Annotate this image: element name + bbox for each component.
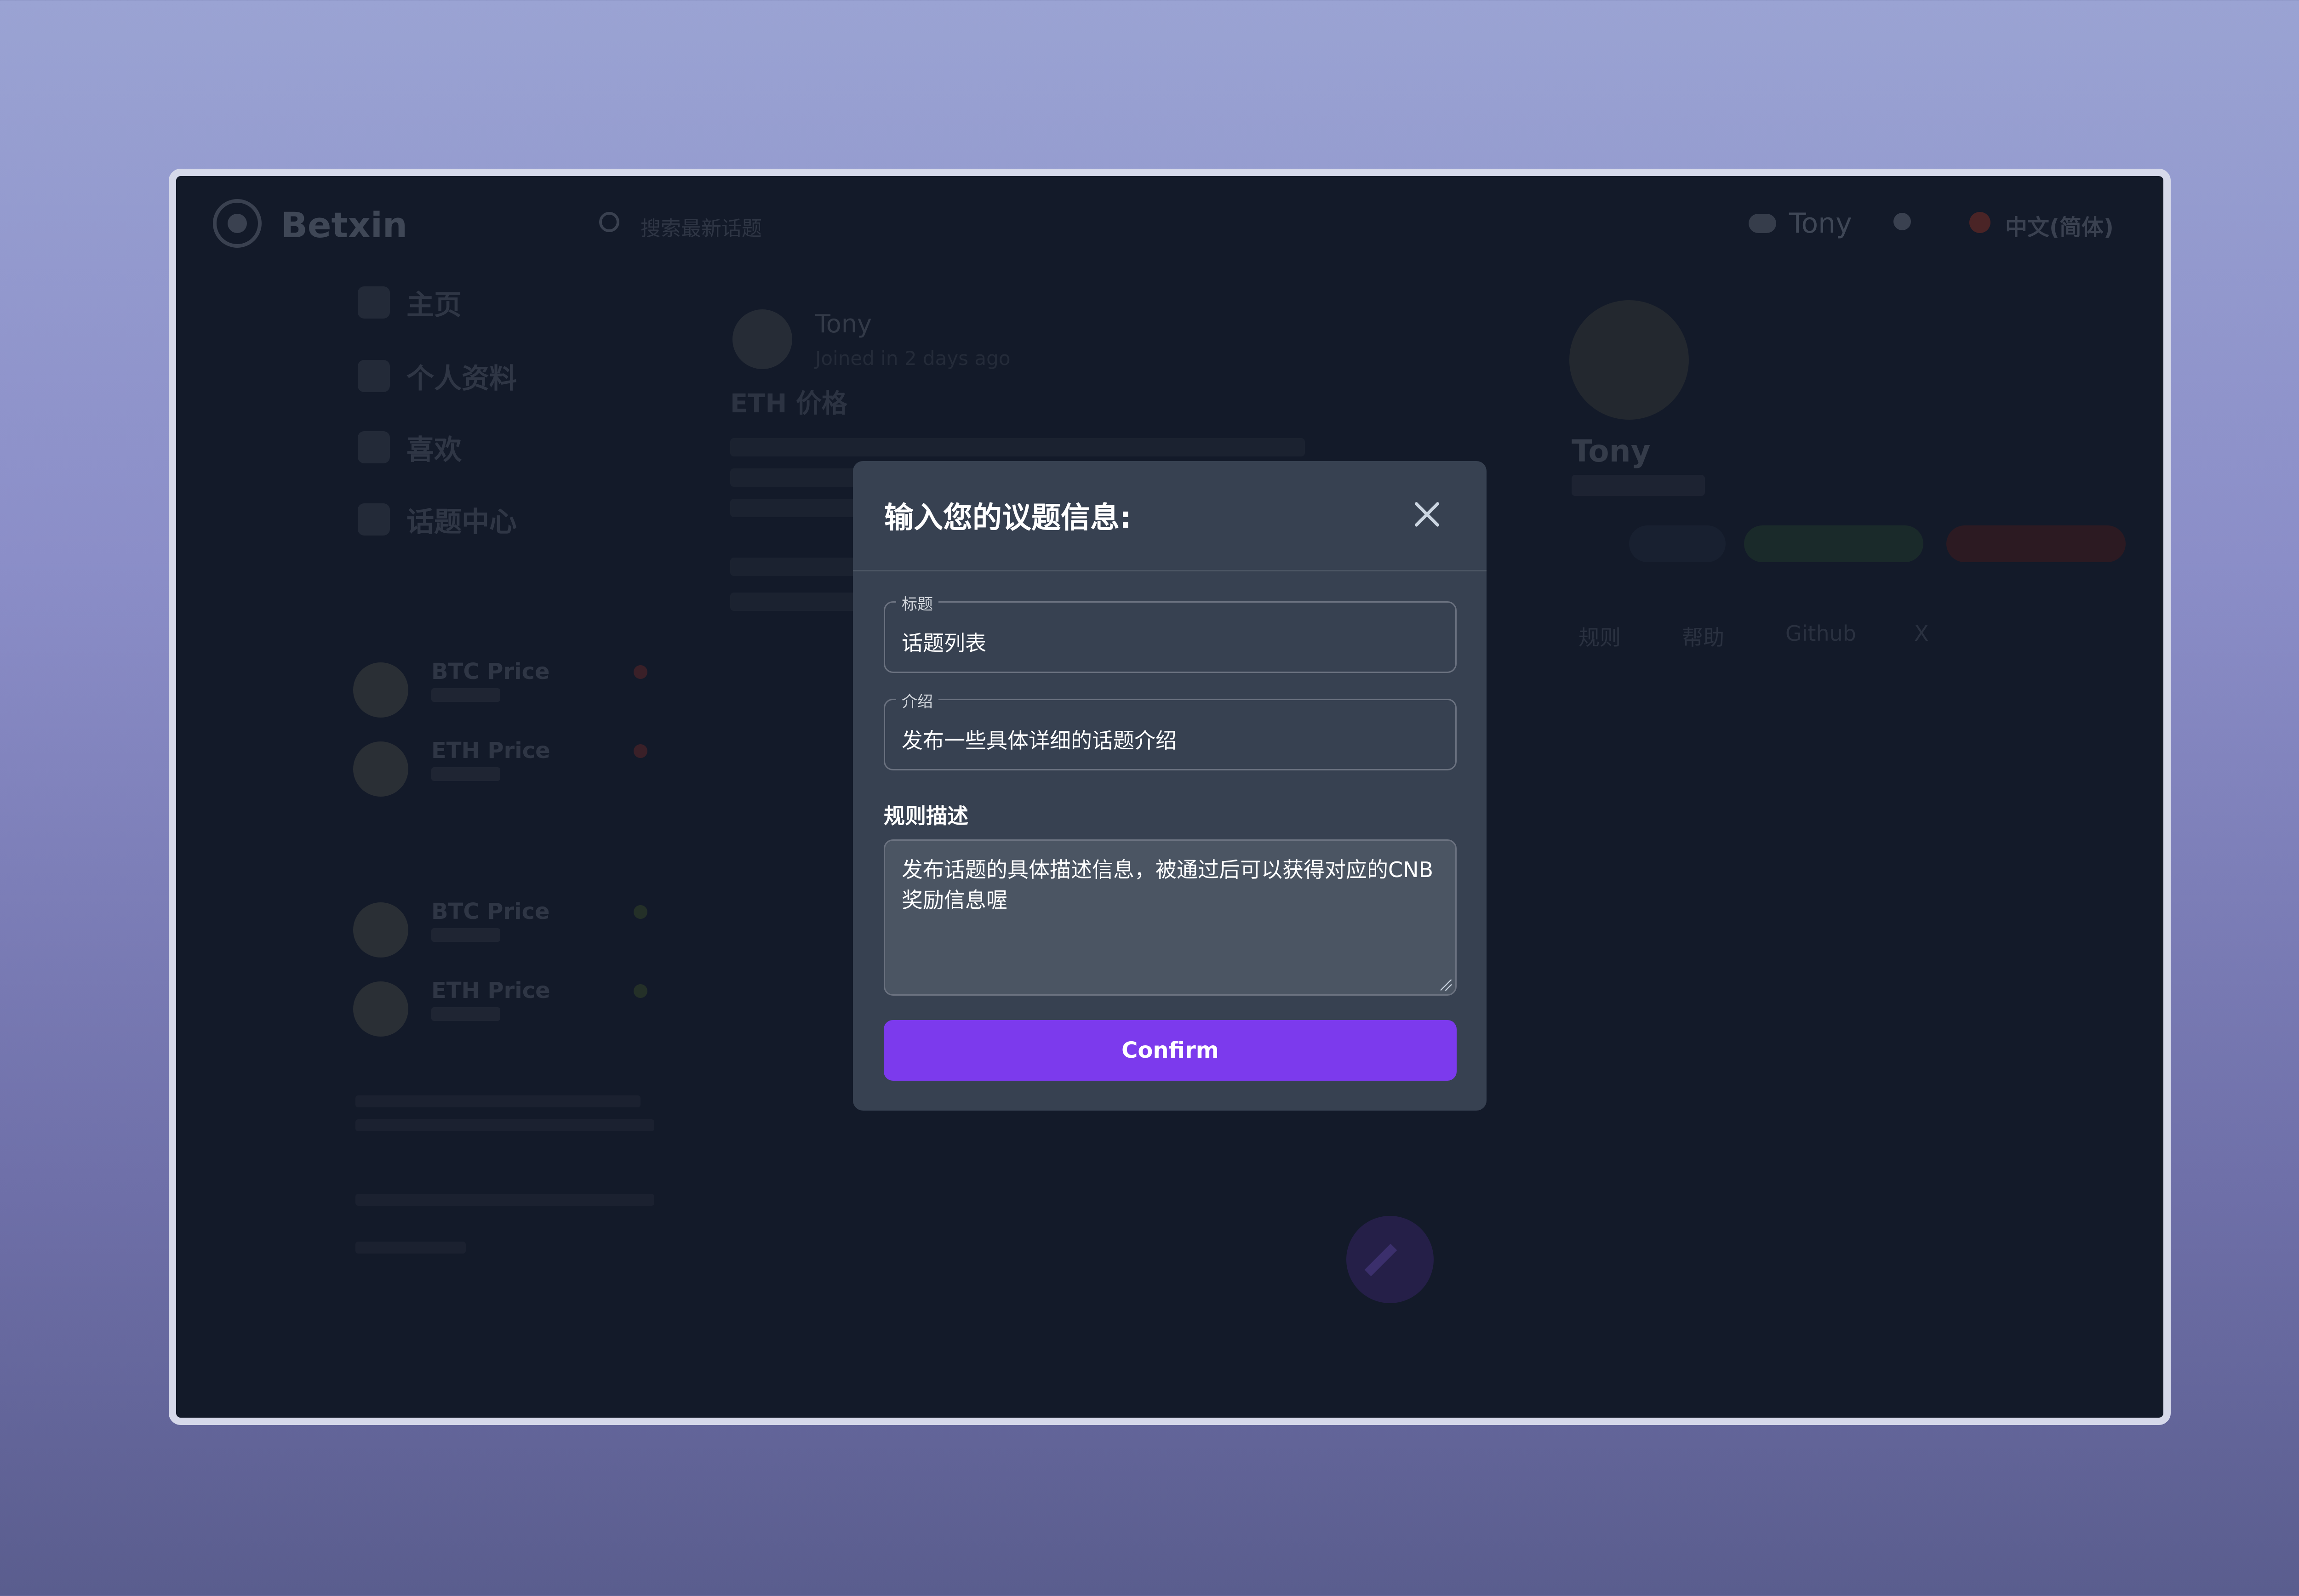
post-author[interactable]: Tony: [815, 309, 872, 338]
sidebar-item-label: 喜欢: [406, 433, 462, 466]
sidebar-item-topic-center[interactable]: 话题中心: [358, 499, 517, 540]
footer-text-line: [355, 1242, 466, 1254]
btc-avatar: [353, 902, 408, 958]
logo-center: [228, 214, 247, 233]
flag-icon: [1969, 212, 1990, 233]
post-text-line: [730, 438, 1305, 456]
sidebar-item-label: 个人资料: [406, 362, 517, 395]
top-bar: Betxin 搜索最新话题 Tony 中文(简体): [176, 176, 2163, 273]
list-item[interactable]: ETH Price: [353, 978, 647, 1042]
search-input[interactable]: 搜索最新话题: [641, 212, 762, 241]
list-item-title: ETH Price: [431, 978, 550, 1003]
footer-text-line: [355, 1119, 654, 1131]
search-icon: [599, 212, 619, 232]
title-field[interactable]: 标题 话题列表: [884, 592, 1457, 673]
sun-icon[interactable]: [1893, 213, 1911, 230]
resize-handle[interactable]: [1441, 980, 1452, 991]
topic-dialog: 输入您的议题信息: 标题 话题列表 介绍 发布一些具体详细的话题介绍 规则描述 …: [853, 461, 1487, 1111]
title-field-label: 标题: [896, 592, 938, 614]
eth-avatar: [353, 741, 408, 797]
list-item[interactable]: ETH Price: [353, 738, 647, 802]
profile-id: [1572, 475, 1705, 496]
profile-avatar: [1569, 300, 1689, 420]
rules-link[interactable]: 规则: [1578, 621, 1621, 651]
profile-name: Tony: [1572, 433, 1651, 469]
list-item[interactable]: BTC Price: [353, 659, 647, 723]
status-badge: [1744, 525, 1923, 562]
btc-avatar: [353, 662, 408, 718]
home-icon: [358, 286, 390, 319]
footer-text-line: [355, 1194, 654, 1206]
close-icon[interactable]: [1413, 501, 1441, 528]
list-item-title: BTC Price: [431, 659, 550, 684]
rules-textarea[interactable]: 发布话题的具体描述信息，被通过后可以获得对应的CNB奖励信息喔: [884, 839, 1457, 996]
intro-field-label: 介绍: [896, 689, 938, 712]
status-badge: [634, 984, 647, 998]
sidebar-item-home[interactable]: 主页: [358, 282, 462, 323]
list-item-meta: [431, 1007, 500, 1021]
eth-avatar: [353, 981, 408, 1037]
intro-field-value: 发布一些具体详细的话题介绍: [902, 728, 1177, 753]
create-topic-button[interactable]: [1346, 1216, 1434, 1303]
heart-icon: [358, 431, 390, 463]
list-item-title: BTC Price: [431, 899, 550, 924]
intro-field[interactable]: 介绍 发布一些具体详细的话题介绍: [884, 689, 1457, 770]
status-badge: [634, 744, 647, 758]
brand-name: Betxin: [281, 205, 407, 245]
help-link[interactable]: 帮助: [1682, 621, 1724, 651]
status-badge: [1629, 525, 1726, 562]
avatar[interactable]: [732, 309, 792, 369]
sidebar-item-label: 话题中心: [406, 506, 517, 538]
user-icon: [1749, 214, 1776, 233]
rules-label: 规则描述: [884, 804, 968, 828]
github-link[interactable]: Github: [1785, 621, 1856, 646]
list-item-meta: [431, 928, 500, 942]
language-selector[interactable]: 中文(简体): [2005, 209, 2114, 241]
list-item[interactable]: BTC Price: [353, 899, 647, 963]
status-badge: [1946, 525, 2126, 562]
sidebar-item-profile[interactable]: 个人资料: [358, 355, 517, 397]
user-icon: [358, 360, 390, 392]
status-badge: [634, 665, 647, 679]
dialog-header: 输入您的议题信息:: [853, 461, 1487, 571]
list-item-meta: [431, 767, 500, 781]
sidebar-item-label: 主页: [406, 289, 462, 321]
user-name[interactable]: Tony: [1789, 207, 1852, 239]
footer-text-line: [355, 1095, 641, 1107]
post-title[interactable]: ETH 价格: [730, 383, 847, 420]
confirm-button[interactable]: Confirm: [884, 1020, 1457, 1081]
status-badge: [634, 905, 647, 919]
sidebar-item-likes[interactable]: 喜欢: [358, 427, 462, 468]
post-meta: Joined in 2 days ago: [815, 347, 1011, 370]
rules-textarea-value: 发布话题的具体描述信息，被通过后可以获得对应的CNB奖励信息喔: [902, 857, 1434, 912]
dialog-title: 输入您的议题信息:: [884, 501, 1132, 535]
list-item-meta: [431, 688, 500, 702]
topic-icon: [358, 503, 390, 536]
x-link[interactable]: X: [1914, 621, 1929, 646]
list-item-title: ETH Price: [431, 738, 550, 764]
title-field-value: 话题列表: [902, 631, 986, 656]
